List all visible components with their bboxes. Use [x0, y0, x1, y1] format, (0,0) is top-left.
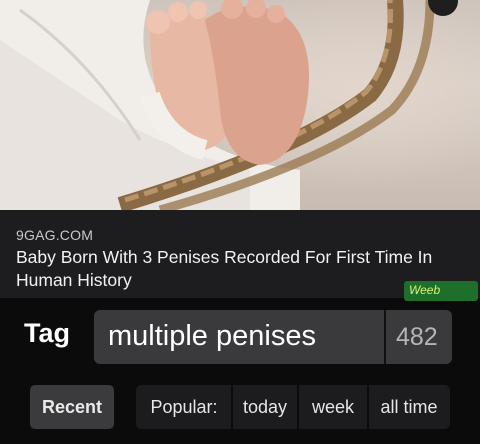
watermark: Weeb	[404, 281, 478, 301]
popular-week-button[interactable]: week	[298, 385, 368, 429]
popular-label: Popular:	[150, 396, 218, 417]
popular-today-button[interactable]: today	[232, 385, 298, 429]
tag-pill: multiple penises 482	[94, 310, 452, 364]
article-preview-card[interactable]: 9GAG.COM Baby Born With 3 Penises Record…	[0, 0, 480, 301]
tag-divider	[384, 310, 386, 364]
article-thumbnail[interactable]	[0, 0, 480, 210]
popular-filter-group: Popular: today week all time	[136, 385, 450, 429]
baby-feet-image	[0, 0, 435, 210]
article-source: 9GAG.COM	[16, 227, 94, 243]
tag-name: multiple penises	[108, 320, 316, 352]
recent-button[interactable]: Recent	[30, 385, 114, 429]
popular-all-time-button[interactable]: all time	[368, 385, 450, 429]
tag-post-count: 482	[396, 323, 438, 351]
article-headline[interactable]: Baby Born With 3 Penises Recorded For Fi…	[16, 246, 461, 292]
tag-label: Tag	[24, 318, 70, 348]
